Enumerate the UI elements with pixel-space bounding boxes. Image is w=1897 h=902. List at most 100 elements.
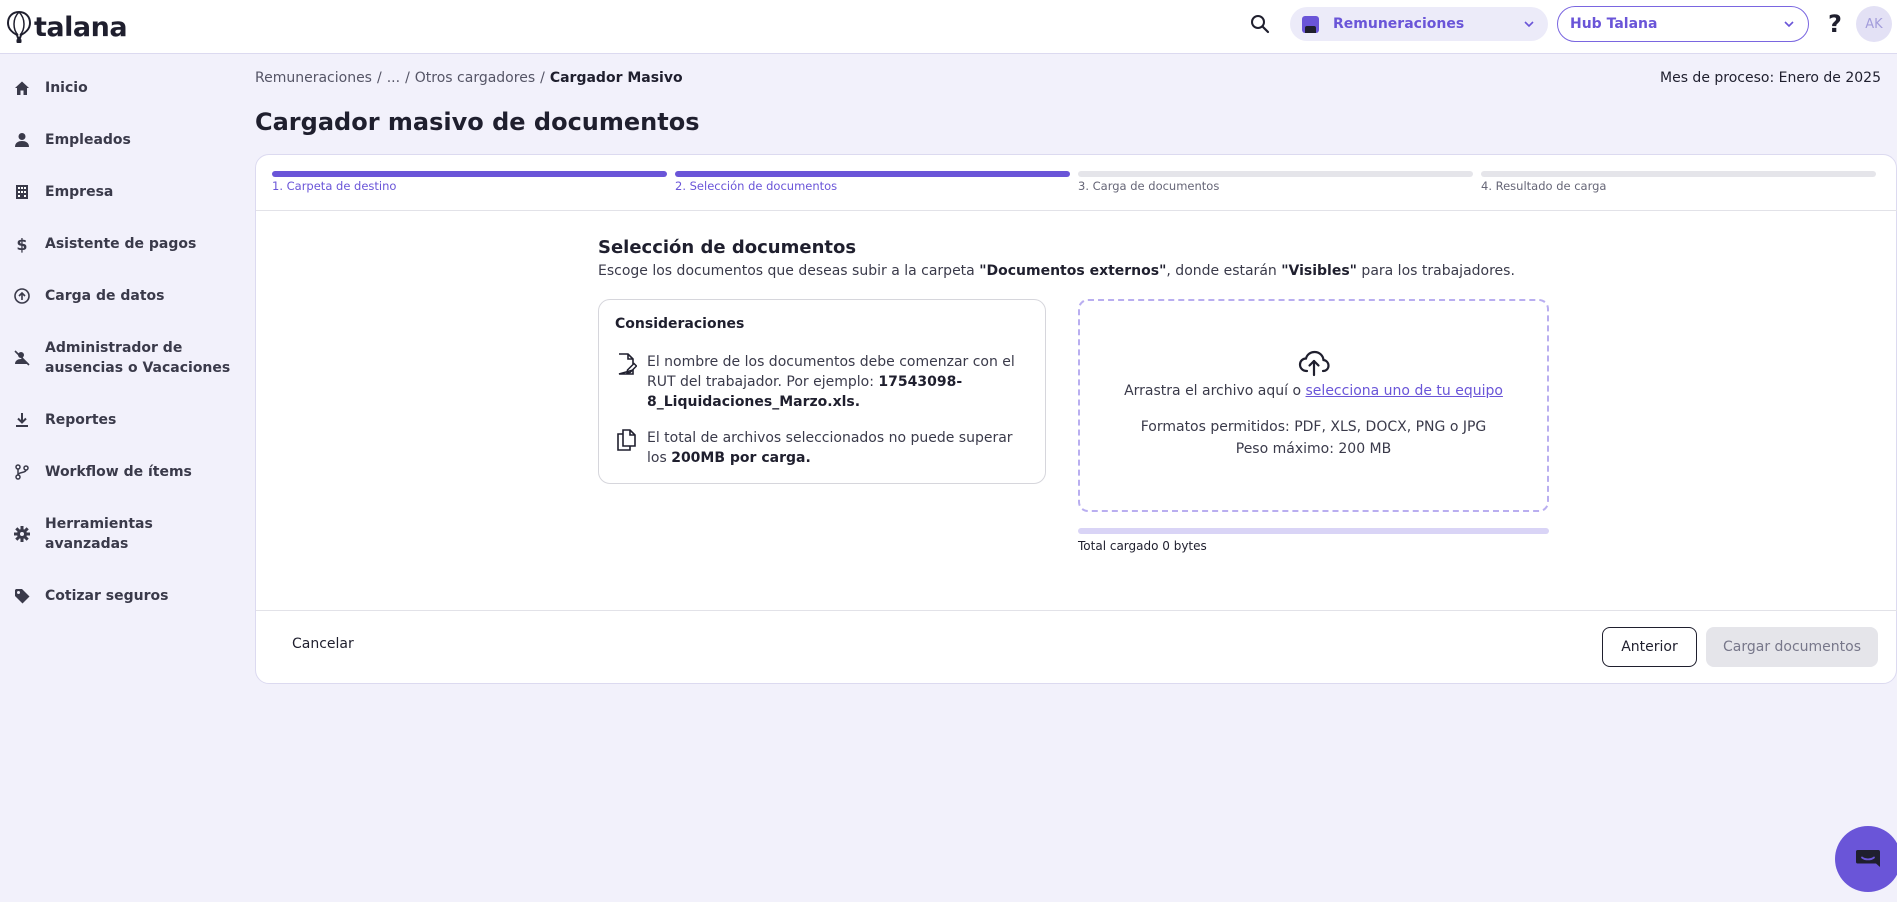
chevron-down-icon xyxy=(1524,21,1534,28)
sidebar-item-label: Empleados xyxy=(45,132,131,148)
step-label: 1. Carpeta de destino xyxy=(272,179,397,193)
branch-icon xyxy=(13,463,31,481)
sidebar-item-label: Carga de datos xyxy=(45,288,165,304)
page-title: Cargador masivo de documentos xyxy=(255,108,700,136)
sidebar-item-workflow[interactable]: Workflow de ítems xyxy=(0,462,240,482)
sidebar-item-carga-de-datos[interactable]: Carga de datos xyxy=(0,286,240,306)
step-label: 3. Carga de documentos xyxy=(1078,179,1220,193)
sidebar-item-reportes[interactable]: Reportes xyxy=(0,410,240,430)
document-edit-icon xyxy=(618,353,637,375)
sidebar-item-empresa[interactable]: Empresa xyxy=(0,182,240,202)
upload-circle-icon xyxy=(13,287,31,305)
considerations-box: Consideraciones El nombre de los documen… xyxy=(598,299,1046,484)
sidebar-item-label: Inicio xyxy=(45,80,88,96)
tag-icon xyxy=(13,587,31,605)
talana-logo[interactable]: talana xyxy=(6,6,128,48)
sidebar-item-inicio[interactable]: Inicio xyxy=(0,78,240,98)
step-label: 2. Selección de documentos xyxy=(675,179,838,193)
breadcrumb-otros-cargadores[interactable]: Otros cargadores xyxy=(415,70,535,86)
step-bar xyxy=(1481,171,1876,177)
step-bar xyxy=(675,171,1070,177)
max-weight: Peso máximo: 200 MB xyxy=(1235,441,1392,457)
breadcrumb-separator: / xyxy=(405,70,410,86)
file-dropzone[interactable]: Arrastra el archivo aquí o selecciona un… xyxy=(1078,299,1549,512)
dropzone-instruction: Arrastra el archivo aquí o xyxy=(1124,383,1306,399)
logo-text: talana xyxy=(34,11,128,43)
step-carpeta-destino: 1. Carpeta de destino xyxy=(272,171,667,193)
hub-label: Hub Talana xyxy=(1570,16,1658,32)
sidebar-item-asistente-de-pagos[interactable]: $ Asistente de pagos xyxy=(0,234,240,254)
person-icon xyxy=(13,131,31,149)
consideration-text: El total de archivos seleccionados no pu… xyxy=(647,428,1032,468)
allowed-formats: Formatos permitidos: PDF, XLS, DOCX, PNG… xyxy=(1140,419,1487,435)
help-button[interactable]: ? xyxy=(1822,9,1848,39)
select-file-link[interactable]: selecciona uno de tu equipo xyxy=(1306,383,1503,399)
upload-progress-text: Total cargado 0 bytes xyxy=(1078,539,1207,553)
uploader-card: 1. Carpeta de destino 2. Selección de do… xyxy=(255,154,1897,684)
upload-documents-button: Cargar documentos xyxy=(1706,627,1878,667)
files-copy-icon xyxy=(617,429,636,451)
sidebar-item-label: Workflow de ítems xyxy=(45,464,192,480)
home-icon xyxy=(13,79,31,97)
breadcrumb-ellipsis[interactable]: ... xyxy=(387,70,400,86)
sidebar-item-label: Administrador de ausencias o Vacaciones xyxy=(45,340,231,376)
download-icon xyxy=(13,411,31,429)
hub-select[interactable]: Hub Talana xyxy=(1557,6,1809,42)
sidebar-item-herramientas[interactable]: Herramientas avanzadas xyxy=(0,514,240,554)
visibility-label: "Visibles" xyxy=(1281,263,1357,279)
avatar[interactable]: AK xyxy=(1856,6,1892,42)
stepper: 1. Carpeta de destino 2. Selección de do… xyxy=(256,155,1897,211)
sidebar-item-empleados[interactable]: Empleados xyxy=(0,130,240,150)
section-description: Escoge los documentos que deseas subir a… xyxy=(598,263,1515,279)
desc-prefix: Escoge los documentos que deseas subir a… xyxy=(598,263,980,279)
module-select[interactable]: Remuneraciones xyxy=(1290,7,1548,41)
breadcrumb-current: Cargador Masivo xyxy=(549,70,683,86)
cancel-button[interactable]: Cancelar xyxy=(292,636,354,652)
step-seleccion-documentos: 2. Selección de documentos xyxy=(675,171,1070,193)
considerations-title: Consideraciones xyxy=(615,316,745,332)
step-resultado-carga: 4. Resultado de carga xyxy=(1481,171,1876,193)
consideration-item: El nombre de los documentos debe comenza… xyxy=(615,352,1032,412)
chat-button[interactable] xyxy=(1835,826,1897,892)
sidebar-item-label: Herramientas avanzadas xyxy=(45,516,153,552)
step-bar xyxy=(272,171,667,177)
step-label: 4. Resultado de carga xyxy=(1481,179,1607,193)
step-carga-documentos: 3. Carga de documentos xyxy=(1078,171,1473,193)
folder-name: "Documentos externos" xyxy=(979,263,1167,279)
dropzone-text: Arrastra el archivo aquí o selecciona un… xyxy=(1124,383,1503,399)
sidebar-item-label: Cotizar seguros xyxy=(45,588,169,604)
module-icon xyxy=(1302,15,1319,33)
dollar-icon: $ xyxy=(13,235,31,253)
sidebar-item-label: Asistente de pagos xyxy=(45,236,197,252)
search-button[interactable] xyxy=(1247,11,1273,37)
balloon-icon xyxy=(6,10,32,43)
chat-icon xyxy=(1856,850,1880,867)
previous-button[interactable]: Anterior xyxy=(1602,627,1697,667)
process-month: Mes de proceso: Enero de 2025 xyxy=(1660,70,1881,86)
breadcrumb-separator: / xyxy=(376,70,382,86)
person-off-icon xyxy=(13,349,31,367)
consideration-text: El nombre de los documentos debe comenza… xyxy=(647,352,1032,412)
consideration-item: El total de archivos seleccionados no pu… xyxy=(615,428,1032,468)
sidebar-item-ausencias[interactable]: Administrador de ausencias o Vacaciones xyxy=(0,338,240,378)
top-bar: talana Remuneraciones Hub Talana ? AK xyxy=(0,0,1897,54)
gear-icon xyxy=(13,525,31,543)
building-icon xyxy=(13,183,31,201)
search-icon xyxy=(1251,15,1270,34)
chevron-down-icon xyxy=(1784,21,1794,28)
sidebar-item-label: Empresa xyxy=(45,184,114,200)
cloud-upload-icon xyxy=(1298,350,1330,377)
desc-suffix: para los trabajadores. xyxy=(1356,263,1515,279)
desc-middle: , donde estarán xyxy=(1166,263,1282,279)
svg-text:$: $ xyxy=(16,235,27,253)
card-footer: Cancelar Anterior Cargar documentos xyxy=(256,610,1897,685)
breadcrumb: Remuneraciones / ... / Otros cargadores … xyxy=(255,70,683,86)
sidebar-item-cotizar-seguros[interactable]: Cotizar seguros xyxy=(0,586,240,606)
breadcrumb-remuneraciones[interactable]: Remuneraciones xyxy=(255,70,372,86)
module-label: Remuneraciones xyxy=(1333,16,1465,32)
section-title: Selección de documentos xyxy=(598,237,857,258)
breadcrumb-separator: / xyxy=(540,70,545,86)
consideration-size-limit: 200MB por carga. xyxy=(671,450,811,466)
upload-progress-bar xyxy=(1078,528,1549,534)
sidebar-item-label: Reportes xyxy=(45,412,117,428)
